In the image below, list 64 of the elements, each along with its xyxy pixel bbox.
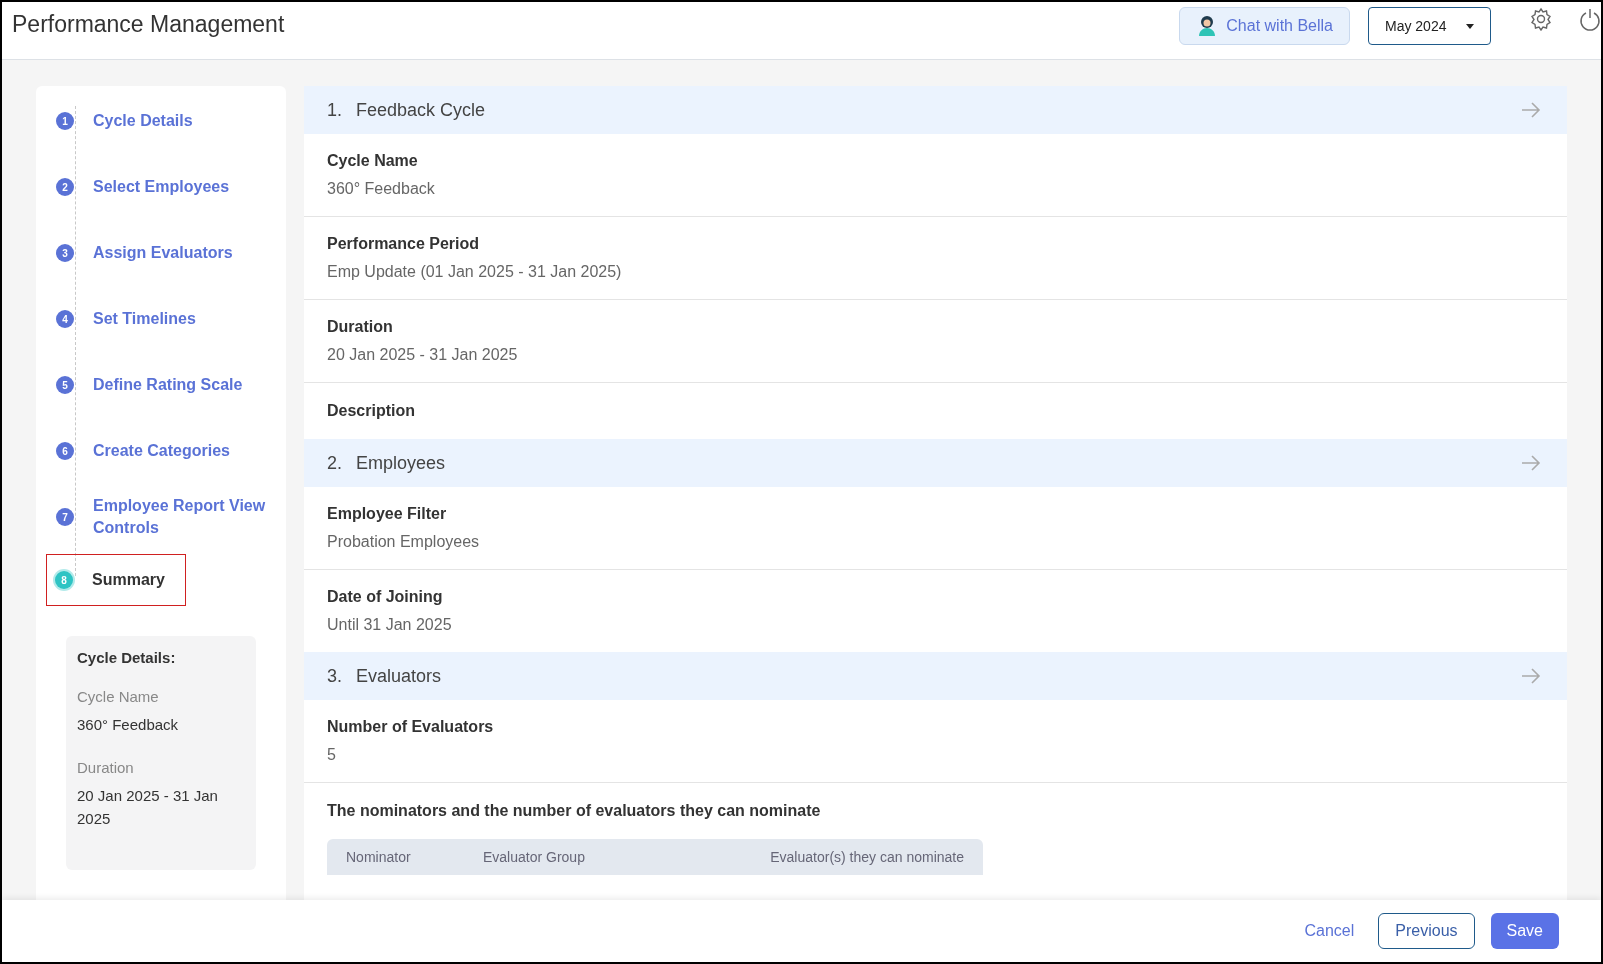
step-number: 5 [56, 376, 74, 394]
summary-title: Cycle Details: [77, 648, 177, 668]
field-label: Cycle Name [327, 151, 419, 171]
field-label: Cycle Name [77, 686, 160, 707]
save-button[interactable]: Save [1490, 913, 1559, 949]
field-label: Description [327, 401, 416, 421]
step-item[interactable]: 5 Define Rating Scale [56, 352, 266, 418]
step-item[interactable]: 1 Cycle Details [56, 88, 266, 154]
section-number: 1. [327, 98, 343, 122]
field-label: Number of Evaluators [327, 717, 495, 737]
step-number: 3 [56, 244, 74, 262]
field-label: Date of Joining [327, 587, 444, 607]
chat-button[interactable]: Chat with Bella [1179, 7, 1350, 45]
section-title: Feedback Cycle [356, 98, 487, 122]
section-number: 2. [327, 451, 343, 475]
field-value: 360° Feedback [77, 715, 180, 735]
step-label: Set Timelines [93, 309, 196, 329]
step-number: 2 [56, 178, 74, 196]
field-label: Employee Filter [327, 504, 448, 524]
period-select[interactable]: May 2024 [1368, 7, 1491, 45]
section-number: 3. [327, 664, 343, 688]
step-label: Assign Evaluators [93, 243, 233, 263]
step-label: Employee Report View Controls [93, 496, 266, 538]
step-number: 8 [55, 571, 73, 589]
step-label: Create Categories [93, 441, 230, 461]
column-header: Nominator [346, 847, 412, 867]
step-item[interactable]: 4 Set Timelines [56, 286, 266, 352]
column-header: Evaluator Group [483, 847, 586, 867]
power-icon[interactable] [1579, 7, 1601, 33]
step-item[interactable]: 3 Assign Evaluators [56, 220, 266, 286]
field-value: 360° Feedback [327, 179, 436, 199]
arrow-right-icon[interactable] [1521, 102, 1541, 118]
step-number: 1 [56, 112, 74, 130]
previous-button[interactable]: Previous [1378, 913, 1475, 949]
field-label: Duration [77, 757, 135, 778]
column-header: Evaluator(s) they can nominate [770, 847, 964, 867]
step-item[interactable]: 7 Employee Report View Controls [56, 484, 266, 550]
section-title: Evaluators [356, 664, 443, 688]
cancel-button[interactable]: Cancel [1296, 919, 1363, 943]
step-label: Define Rating Scale [93, 375, 243, 395]
step-number: 4 [56, 310, 74, 328]
table-title: The nominators and the number of evaluators they can nominate [327, 801, 822, 821]
arrow-right-icon[interactable] [1521, 455, 1541, 471]
field-value: 5 [327, 745, 337, 765]
arrow-right-icon[interactable] [1521, 668, 1541, 684]
caret-icon [1466, 23, 1474, 29]
field-value: Probation Employees [327, 532, 481, 552]
step-number: 7 [56, 508, 74, 526]
field-value: Until 31 Jan 2025 [327, 615, 453, 635]
step-item[interactable]: 2 Select Employees [56, 154, 266, 220]
step-label: Cycle Details [93, 111, 193, 131]
step-label: Summary [92, 570, 165, 590]
step-label: Select Employees [93, 177, 230, 197]
settings-icon[interactable] [1529, 7, 1553, 31]
field-value: 20 Jan 2025 - 31 Jan 2025 [77, 786, 219, 829]
step-number: 6 [56, 442, 74, 460]
field-label: Duration [327, 317, 394, 337]
field-value: Emp Update (01 Jan 2025 - 31 Jan 2025) [327, 262, 623, 282]
field-label: Performance Period [327, 234, 481, 254]
step-item[interactable]: 6 Create Categories [56, 418, 266, 484]
page-title: Performance Management [12, 10, 285, 39]
step-item[interactable]: 8 Summary [46, 554, 186, 606]
field-value: 20 Jan 2025 - 31 Jan 2025 [327, 345, 519, 365]
section-title: Employees [356, 451, 447, 475]
